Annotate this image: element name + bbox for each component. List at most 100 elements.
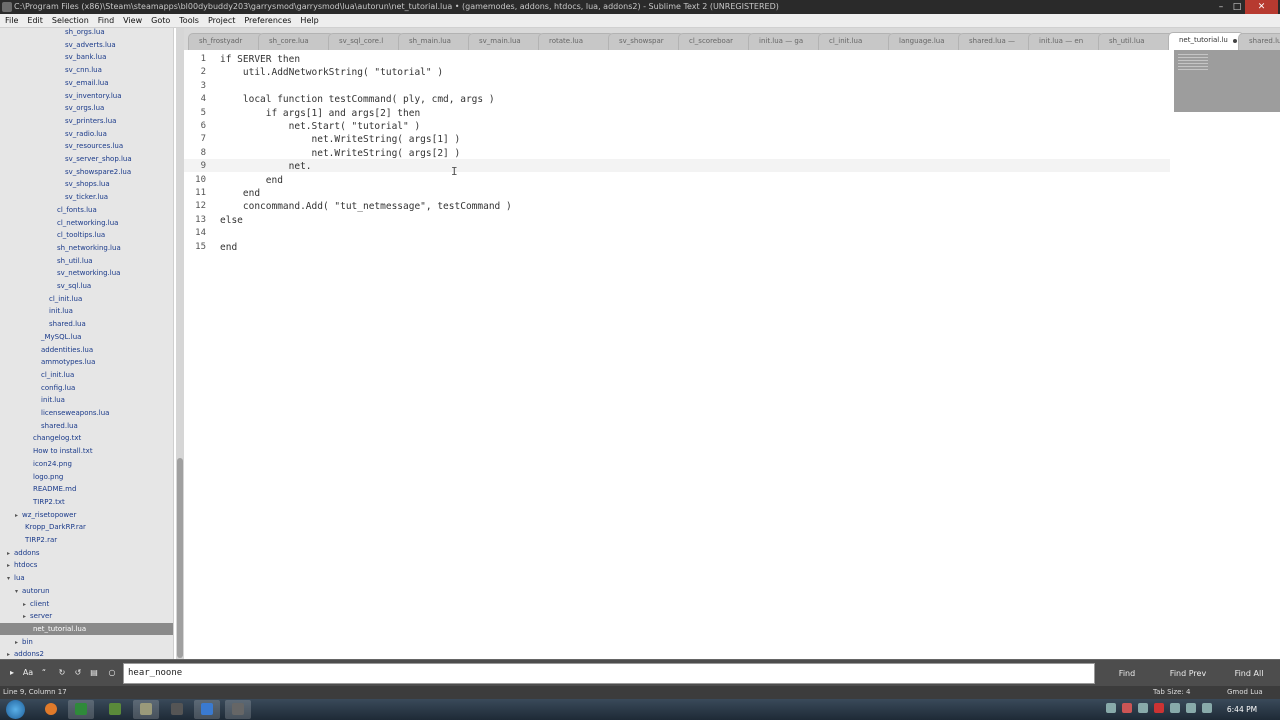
sidebar-folder[interactable]: ▸ bin [0, 636, 173, 649]
code-line[interactable]: net.WriteString( args[1] ) [220, 133, 461, 146]
sidebar-file[interactable]: sv_printers.lua [0, 115, 173, 127]
sidebar-file[interactable]: sv_server_shop.lua [0, 153, 173, 165]
case-icon[interactable]: Aa [22, 667, 34, 679]
sidebar-folder[interactable]: ▸ client [0, 598, 173, 610]
maximize-button[interactable]: □ [1229, 0, 1245, 14]
folder-collapsed-icon[interactable]: ▸ [15, 510, 22, 522]
regex-icon[interactable]: ▸ [6, 667, 18, 679]
in-selection-icon[interactable]: ↺ [72, 667, 84, 679]
sidebar-file[interactable]: sh_util.lua [0, 255, 173, 267]
sidebar-file[interactable]: TIRP2.rar [0, 534, 173, 546]
tray-icon-3[interactable] [1138, 703, 1148, 713]
sidebar-file[interactable]: sv_sql.lua [0, 280, 173, 292]
find-prev-button[interactable]: Find Prev [1160, 663, 1216, 684]
minimap[interactable] [1174, 50, 1280, 112]
tray-icon-4[interactable] [1154, 703, 1164, 713]
folder-collapsed-icon[interactable]: ▸ [7, 548, 14, 560]
editor-tab[interactable]: shared.lua — [1238, 33, 1280, 50]
code-line[interactable]: util.AddNetworkString( "tutorial" ) [220, 66, 443, 79]
sidebar-folder[interactable]: ▾ lua [0, 572, 173, 585]
sidebar-file[interactable]: shared.lua [0, 420, 173, 432]
editor-tab[interactable]: init.lua — en [1028, 33, 1104, 50]
sidebar-file[interactable]: shared.lua [0, 318, 173, 330]
sidebar-file[interactable]: sv_inventory.lua [0, 90, 173, 102]
sidebar-file[interactable]: sv_email.lua [0, 77, 173, 89]
editor-tab[interactable]: net_tutorial.lu [1168, 32, 1244, 50]
sidebar-folder[interactable]: ▸ wz_risetopower [0, 509, 173, 522]
sidebar-file[interactable]: sv_showspare2.lua [0, 166, 173, 178]
checkbox-icon[interactable]: ○ [106, 667, 118, 679]
sidebar-file[interactable]: sv_ticker.lua [0, 191, 173, 203]
sidebar-file[interactable]: How to install.txt [0, 445, 173, 457]
find-all-button[interactable]: Find All [1222, 663, 1276, 684]
editor-tab[interactable]: sh_util.lua [1098, 33, 1174, 50]
sidebar-file[interactable]: licenseweapons.lua [0, 407, 173, 419]
menu-view[interactable]: View [123, 16, 142, 25]
taskbar-app-sublime[interactable] [225, 700, 251, 719]
whole-word-icon[interactable]: “ [38, 667, 50, 679]
scrollbar-thumb[interactable] [177, 458, 183, 658]
taskbar-app-explorer[interactable] [133, 700, 159, 719]
wrap-icon[interactable]: ↻ [56, 667, 68, 679]
editor-tab[interactable]: language.lua [888, 33, 964, 50]
sidebar-file[interactable]: cl_networking.lua [0, 217, 173, 229]
sidebar-file[interactable]: cl_init.lua [0, 369, 173, 381]
sidebar-file[interactable]: cl_init.lua [0, 293, 173, 305]
menu-help[interactable]: Help [300, 16, 318, 25]
taskbar-app-minecraft[interactable] [102, 700, 128, 719]
menu-preferences[interactable]: Preferences [244, 16, 291, 25]
sidebar-file[interactable]: addentities.lua [0, 344, 173, 356]
folder-collapsed-icon[interactable]: ▸ [7, 649, 14, 659]
folder-collapsed-icon[interactable]: ▸ [23, 611, 30, 623]
code-line[interactable]: if SERVER then [220, 53, 300, 66]
sidebar-file[interactable]: Kropp_DarkRP.rar [0, 521, 173, 533]
sidebar-file[interactable]: TIRP2.txt [0, 496, 173, 508]
sidebar-file[interactable]: sh_networking.lua [0, 242, 173, 254]
editor-tab[interactable]: sh_frostyadr [188, 33, 264, 50]
sidebar-file[interactable]: sv_radio.lua [0, 128, 173, 140]
sidebar-file[interactable]: logo.png [0, 471, 173, 483]
syntax-indicator[interactable]: Gmod Lua [1227, 686, 1263, 699]
unsaved-dot-icon[interactable] [1233, 39, 1237, 43]
tray-icon-1[interactable] [1106, 703, 1116, 713]
sidebar-folder[interactable]: ▾ autorun [0, 585, 173, 597]
highlight-icon[interactable]: ▤ [88, 667, 100, 679]
editor-tab[interactable]: sv_main.lua [468, 33, 544, 50]
sidebar-folder[interactable]: ▸ addons2 [0, 648, 173, 659]
sidebar-file[interactable]: init.lua [0, 394, 173, 406]
menu-project[interactable]: Project [208, 16, 235, 25]
sidebar-file[interactable]: changelog.txt [0, 432, 173, 444]
sidebar-folder[interactable]: ▸ server [0, 610, 173, 623]
volume-icon[interactable] [1202, 703, 1212, 713]
sidebar-file[interactable]: sv_shops.lua [0, 178, 173, 190]
code-editor[interactable]: 1 2 3 4 5 6 7 8 9 10 11 12 13 14 15 if SERVER then uti… [184, 50, 1280, 659]
network-icon[interactable] [1170, 703, 1180, 713]
sidebar-file[interactable]: init.lua [0, 305, 173, 317]
menu-selection[interactable]: Selection [52, 16, 89, 25]
sidebar-file[interactable]: sv_bank.lua [0, 51, 173, 63]
folder-expanded-icon[interactable]: ▾ [7, 573, 14, 585]
editor-tab[interactable]: sv_showspar [608, 33, 684, 50]
sidebar-scrollbar[interactable] [176, 28, 184, 659]
sidebar-file[interactable]: README.md [0, 483, 173, 495]
sidebar-file[interactable]: sv_cnn.lua [0, 64, 173, 76]
sidebar-file[interactable]: icon24.png [0, 458, 173, 470]
code-line[interactable]: local function testCommand( ply, cmd, ar… [220, 93, 495, 106]
sidebar-file[interactable]: cl_tooltips.lua [0, 229, 173, 241]
code-line[interactable]: else [220, 214, 243, 227]
folder-collapsed-icon[interactable]: ▸ [15, 637, 22, 649]
sidebar-file[interactable]: ammotypes.lua [0, 356, 173, 368]
menu-goto[interactable]: Goto [151, 16, 170, 25]
sidebar-file[interactable]: sh_orgs.lua [0, 28, 173, 38]
taskbar-app-media[interactable] [164, 700, 190, 719]
flag-icon[interactable] [1186, 703, 1196, 713]
taskbar-app-steam[interactable] [68, 700, 94, 719]
menu-edit[interactable]: Edit [27, 16, 43, 25]
close-button[interactable]: ✕ [1245, 0, 1278, 14]
taskbar-app-firefox[interactable] [38, 700, 64, 719]
code-line[interactable]: end [220, 187, 260, 200]
menu-tools[interactable]: Tools [179, 16, 199, 25]
editor-tab[interactable]: sh_main.lua [398, 33, 474, 50]
code-line[interactable]: net.WriteString( args[2] ) [220, 147, 461, 160]
start-button[interactable] [6, 700, 25, 719]
